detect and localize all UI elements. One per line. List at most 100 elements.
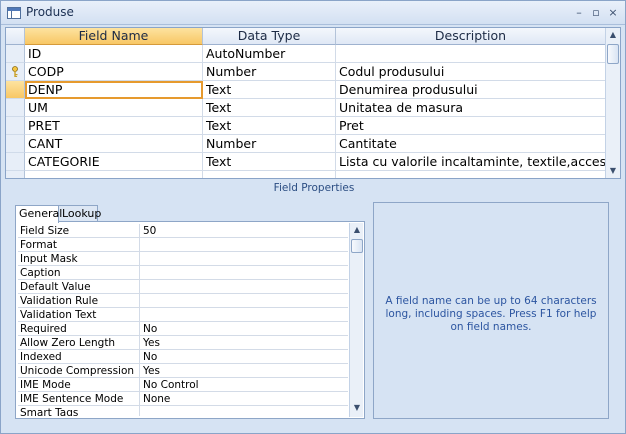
cell-description[interactable]: Pret — [336, 117, 606, 135]
window-title: Produse — [26, 5, 74, 19]
cell-field-name[interactable]: CODP — [25, 63, 203, 81]
row-selector[interactable] — [6, 63, 25, 81]
cell-data-type[interactable]: Text — [203, 153, 336, 171]
field-properties-label: Field Properties — [273, 182, 355, 194]
cell-field-name[interactable]: ID — [25, 45, 203, 63]
scroll-up-arrow-icon[interactable]: ▲ — [606, 28, 620, 42]
row-selector[interactable] — [6, 171, 25, 178]
cell-description[interactable]: Codul produsului — [336, 63, 606, 81]
properties-scrollbar[interactable]: ▲ ▼ — [349, 223, 363, 417]
tab-general[interactable]: General — [15, 205, 62, 223]
property-name: Required — [18, 322, 140, 336]
property-value[interactable]: Yes — [140, 364, 348, 378]
property-value[interactable] — [140, 238, 348, 252]
row-selector[interactable] — [6, 117, 25, 135]
header-field-name[interactable]: Field Name — [25, 28, 203, 45]
cell-description[interactable]: Denumirea produsului — [336, 81, 606, 99]
row-selector[interactable] — [6, 45, 25, 63]
primary-key-icon — [12, 66, 18, 77]
property-row[interactable]: Caption — [18, 266, 348, 280]
cell-field-name[interactable] — [25, 171, 203, 178]
table-row[interactable]: CANT Number Cantitate — [6, 135, 606, 153]
property-value[interactable]: No — [140, 322, 348, 336]
property-name: Smart Tags — [18, 406, 140, 416]
table-design-window: Produse – ▫ × Field Name Data Type Descr… — [0, 0, 626, 434]
cell-description[interactable] — [336, 171, 606, 178]
property-value[interactable] — [140, 308, 348, 322]
property-name: Default Value — [18, 280, 140, 294]
grid-header: Field Name Data Type Description — [6, 28, 606, 45]
property-value[interactable]: 50 — [140, 224, 348, 238]
cell-field-name[interactable]: UM — [25, 99, 203, 117]
restore-button[interactable]: ▫ — [588, 5, 604, 20]
cell-field-name[interactable]: DENP — [25, 81, 203, 99]
scroll-down-arrow-icon[interactable]: ▼ — [606, 164, 620, 178]
header-data-type[interactable]: Data Type — [203, 28, 336, 45]
property-row[interactable]: Indexed No — [18, 350, 348, 364]
property-value[interactable] — [140, 294, 348, 308]
property-value[interactable] — [140, 252, 348, 266]
property-value[interactable]: No — [140, 350, 348, 364]
property-row[interactable]: Validation Rule — [18, 294, 348, 308]
property-name: Input Mask — [18, 252, 140, 266]
property-row[interactable]: Unicode Compression Yes — [18, 364, 348, 378]
cell-field-name[interactable]: CANT — [25, 135, 203, 153]
row-selector[interactable] — [6, 99, 25, 117]
field-grid: Field Name Data Type Description ID AutoN… — [5, 27, 621, 179]
property-name: Caption — [18, 266, 140, 280]
property-value[interactable]: None — [140, 392, 348, 406]
cell-data-type[interactable]: Text — [203, 81, 336, 99]
props-scroll-thumb[interactable] — [351, 239, 363, 253]
tab-lookup[interactable]: Lookup — [58, 205, 101, 222]
cell-field-name[interactable]: CATEGORIE — [25, 153, 203, 171]
property-row[interactable]: Input Mask — [18, 252, 348, 266]
props-scroll-down-icon[interactable]: ▼ — [350, 401, 364, 415]
title-bar[interactable]: Produse – ▫ × — [1, 1, 625, 25]
props-scroll-up-icon[interactable]: ▲ — [350, 223, 364, 237]
property-value[interactable]: Yes — [140, 336, 348, 350]
select-all-corner[interactable] — [6, 28, 25, 45]
property-row[interactable]: Field Size 50 — [18, 224, 348, 238]
table-row[interactable]: PRET Text Pret — [6, 117, 606, 135]
cell-description[interactable] — [336, 45, 606, 63]
property-value[interactable] — [140, 266, 348, 280]
cell-description[interactable]: Unitatea de masura — [336, 99, 606, 117]
property-row[interactable]: Format — [18, 238, 348, 252]
minimize-button[interactable]: – — [571, 5, 587, 20]
help-panel: A field name can be up to 64 characters … — [373, 202, 609, 419]
property-name: IME Mode — [18, 378, 140, 392]
property-row[interactable]: Smart Tags — [18, 406, 348, 416]
property-name: Field Size — [18, 224, 140, 238]
header-description[interactable]: Description — [336, 28, 606, 45]
table-row[interactable] — [6, 171, 606, 178]
row-selector[interactable] — [6, 153, 25, 171]
property-value[interactable] — [140, 280, 348, 294]
cell-description[interactable]: Lista cu valorile incaltaminte, textile,… — [336, 153, 606, 171]
property-row[interactable]: Default Value — [18, 280, 348, 294]
scroll-thumb[interactable] — [607, 44, 619, 64]
cell-data-type[interactable]: Number — [203, 135, 336, 153]
property-value[interactable] — [140, 406, 348, 416]
property-row[interactable]: Required No — [18, 322, 348, 336]
property-row[interactable]: Validation Text — [18, 308, 348, 322]
cell-data-type[interactable]: Text — [203, 99, 336, 117]
property-row[interactable]: Allow Zero Length Yes — [18, 336, 348, 350]
row-selector[interactable] — [6, 81, 25, 99]
table-row[interactable]: ID AutoNumber — [6, 45, 606, 63]
cell-description[interactable]: Cantitate — [336, 135, 606, 153]
table-row[interactable]: CODP Number Codul produsului — [6, 63, 606, 81]
cell-data-type[interactable]: Text — [203, 117, 336, 135]
table-row[interactable]: DENP Text Denumirea produsului — [6, 81, 606, 99]
property-row[interactable]: IME Sentence Mode None — [18, 392, 348, 406]
property-row[interactable]: IME Mode No Control — [18, 378, 348, 392]
cell-data-type[interactable]: AutoNumber — [203, 45, 336, 63]
property-value[interactable]: No Control — [140, 378, 348, 392]
table-row[interactable]: CATEGORIE Text Lista cu valorile incaltami… — [6, 153, 606, 171]
grid-scrollbar[interactable]: ▲ ▼ — [605, 28, 620, 178]
close-button[interactable]: × — [605, 5, 621, 20]
cell-field-name[interactable]: PRET — [25, 117, 203, 135]
row-selector[interactable] — [6, 135, 25, 153]
cell-data-type[interactable]: Number — [203, 63, 336, 81]
cell-data-type[interactable] — [203, 171, 336, 178]
table-row[interactable]: UM Text Unitatea de masura — [6, 99, 606, 117]
